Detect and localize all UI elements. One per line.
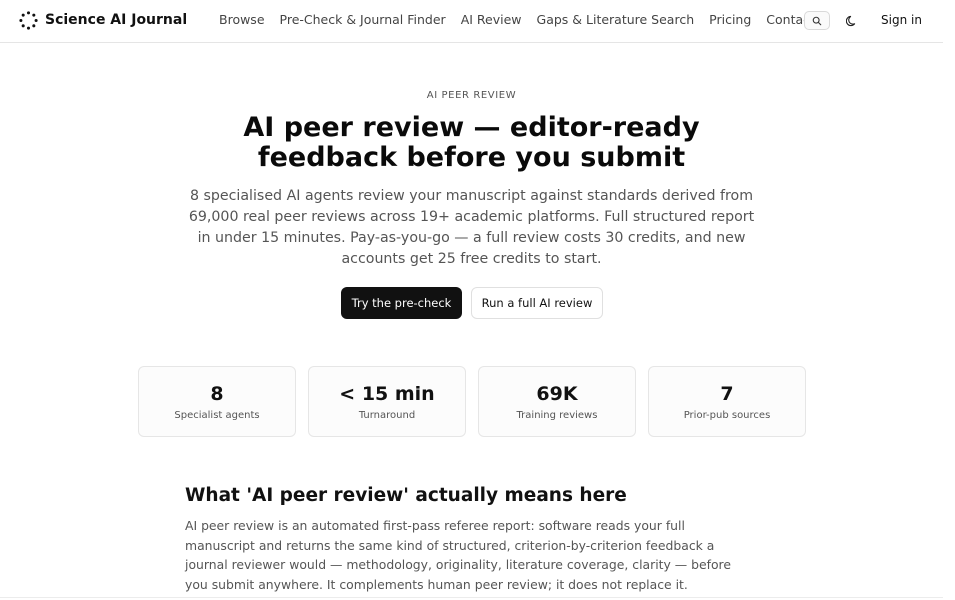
stat-label: Turnaround — [358, 410, 416, 421]
stat-card: 8 Specialist agents — [138, 366, 296, 437]
dotted-circle-logo-icon[interactable] — [19, 11, 38, 30]
stat-value: 8 — [210, 383, 224, 405]
moon-icon — [846, 15, 856, 27]
run-full-review-button[interactable]: Run a full AI review — [471, 287, 603, 319]
search-button[interactable] — [804, 11, 830, 30]
stat-label: Prior-pub sources — [683, 410, 771, 421]
hero-title: AI peer review — editor-ready feedback b… — [243, 112, 700, 173]
hero-eyebrow: AI PEER REVIEW — [426, 90, 517, 101]
nav-ai-review[interactable]: AI Review — [461, 12, 522, 27]
brand-name[interactable]: Science AI Journal — [45, 12, 187, 28]
try-pre-check-button[interactable]: Try the pre-check — [341, 287, 462, 319]
nav-gaps-literature[interactable]: Gaps & Literature Search — [537, 12, 695, 27]
divider — [0, 597, 943, 598]
theme-toggle-button[interactable] — [843, 12, 861, 30]
hero-description: 8 specialised AI agents review your manu… — [188, 188, 755, 267]
stat-value: 69K — [536, 383, 578, 405]
stat-card: < 15 min Turnaround — [308, 366, 466, 437]
top-navbar: Science AI Journal Browse Pre-Check & Jo… — [0, 0, 943, 43]
nav-browse[interactable]: Browse — [219, 12, 265, 27]
section-title: What 'AI peer review' actually means her… — [185, 485, 627, 506]
search-icon — [812, 16, 822, 25]
nav-pricing[interactable]: Pricing — [709, 12, 751, 27]
stat-value: < 15 min — [339, 383, 435, 405]
nav-pre-check[interactable]: Pre-Check & Journal Finder — [280, 12, 446, 27]
stat-card: 7 Prior-pub sources — [648, 366, 806, 437]
section-body: AI peer review is an automated first-pas… — [185, 518, 731, 592]
sign-in-link[interactable]: Sign in — [881, 13, 922, 27]
stat-label: Training reviews — [516, 410, 598, 421]
stat-label: Specialist agents — [174, 410, 260, 421]
main-nav: Browse Pre-Check & Journal Finder AI Rev… — [219, 12, 815, 27]
stat-value: 7 — [720, 383, 734, 405]
stat-card: 69K Training reviews — [478, 366, 636, 437]
